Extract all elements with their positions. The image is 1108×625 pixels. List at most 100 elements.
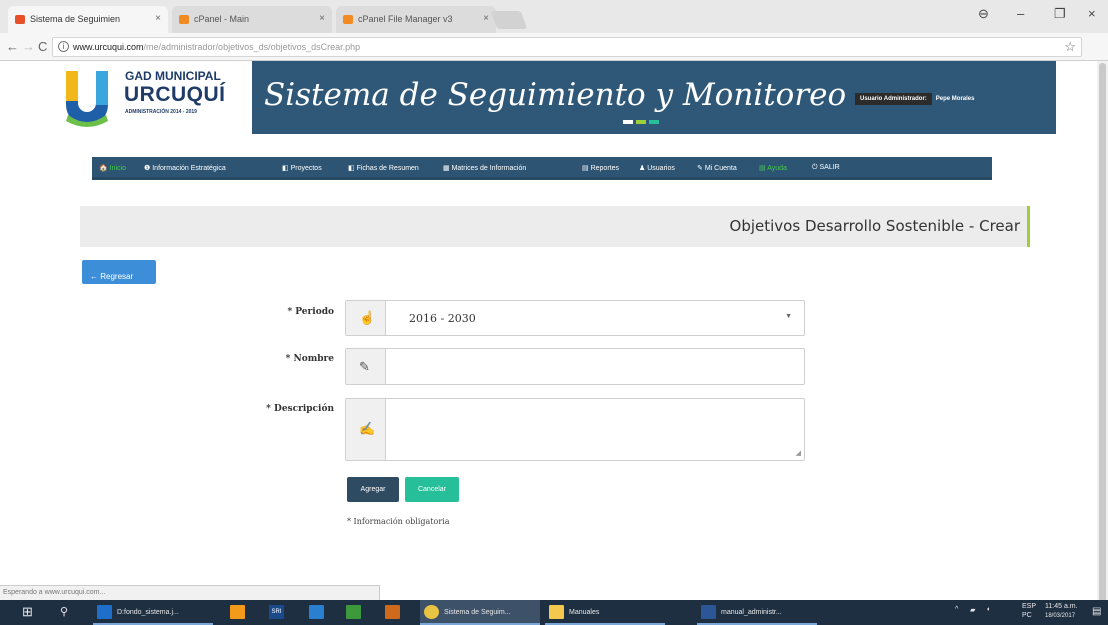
dreamweaver-icon[interactable] xyxy=(346,605,361,619)
browser-toolbar: ← → C i www.urcuqui.com/me/administrador… xyxy=(0,33,1108,61)
minimize-button[interactable]: – xyxy=(1017,6,1024,21)
taskbar-item-fondo[interactable]: D:fondo_sistema.j... xyxy=(93,600,213,625)
municipal-logo[interactable]: GAD MUNICIPAL URCUQUÍ ADMINISTRACIÓN 201… xyxy=(44,61,252,134)
nav-inicio[interactable]: 🏠 Inicio xyxy=(99,164,126,172)
language-indicator[interactable]: ESP PC xyxy=(1022,602,1036,620)
account-icon[interactable]: ⊖ xyxy=(978,6,989,22)
notifications-icon[interactable]: ▤ xyxy=(1092,606,1101,617)
cancel-button[interactable]: Cancelar xyxy=(405,477,459,502)
resize-grip-icon[interactable]: ◢ xyxy=(796,449,801,457)
description-addon: ✍ xyxy=(346,399,386,460)
dash-green xyxy=(636,120,646,124)
site-header: GAD MUNICIPAL URCUQUÍ ADMINISTRACIÓN 201… xyxy=(0,61,1108,189)
back-regresar-button[interactable]: ← Regresar xyxy=(82,260,156,284)
period-label: * Periodo xyxy=(287,307,334,317)
name-addon: ✎ xyxy=(346,349,386,384)
nav-label: Reportes xyxy=(590,165,619,172)
taskbar-item-manual-word[interactable]: manual_administr... xyxy=(697,600,817,625)
browser-tab-bar: Sistema de Seguimien × cPanel - Main × c… xyxy=(0,0,1108,33)
site-info-icon[interactable]: i xyxy=(58,41,69,52)
taskbar-label: D:fondo_sistema.j... xyxy=(117,609,179,616)
description-label: * Descripción xyxy=(266,404,334,414)
volume-icon[interactable]: ◖ xyxy=(986,606,990,613)
nav-label: Mi Cuenta xyxy=(704,165,737,172)
clock-time: 11:45 a.m. xyxy=(1045,603,1078,610)
nav-label: Usuarios xyxy=(647,165,675,172)
user-role-label: Usuario Administrador: xyxy=(855,93,932,105)
reload-button[interactable]: C xyxy=(38,39,47,54)
word-icon xyxy=(701,605,716,619)
nav-label: Ayuda xyxy=(767,165,787,172)
taskbar-label: Manuales xyxy=(569,609,600,616)
required-note: * Información obligatoria xyxy=(347,517,450,526)
user-icon: ♟ xyxy=(639,165,646,172)
illustrator-icon[interactable] xyxy=(385,605,400,619)
taskbar-item-chrome[interactable]: Sistema de Seguim... xyxy=(420,600,540,625)
page-title-bar: Objetivos Desarrollo Sostenible - Crear xyxy=(80,206,1030,247)
browser-tab-cpanel-main[interactable]: cPanel - Main × xyxy=(172,6,332,33)
tab-close-icon[interactable]: × xyxy=(155,13,161,24)
new-tab-button[interactable] xyxy=(490,11,528,29)
nav-informacion-estrategica[interactable]: ❶ Información Estratégica xyxy=(144,164,226,172)
period-selected-value: 2016 - 2030 xyxy=(409,312,476,325)
maximize-button[interactable]: ❐ xyxy=(1054,6,1066,22)
nav-mi-cuenta[interactable]: ✎ Mi Cuenta xyxy=(697,164,737,172)
logo-line-2: URCUQUÍ xyxy=(124,83,226,106)
lang-bottom: PC xyxy=(1022,612,1032,619)
clock-date: 18/03/2017 xyxy=(1045,613,1076,619)
nav-label: Fichas de Resumen xyxy=(356,165,419,172)
page-scrollbar[interactable] xyxy=(1097,61,1108,603)
app-icon-blue[interactable] xyxy=(309,605,324,619)
address-host: www.urcuqui.com xyxy=(73,42,144,52)
nav-matrices-de-informacion[interactable]: ▦ Matrices de Información xyxy=(443,164,526,172)
tab-close-icon[interactable]: × xyxy=(319,13,325,24)
period-addon: ☝ xyxy=(346,301,386,335)
name-field[interactable]: ✎ xyxy=(345,348,805,385)
forward-button[interactable]: → xyxy=(22,39,35,54)
clock[interactable]: 11:45 a.m. 18/03/2017 xyxy=(1045,602,1078,621)
browser-tab-cpanel-file-manager[interactable]: cPanel File Manager v3 × xyxy=(336,6,496,33)
edit-icon: ✍ xyxy=(359,421,376,436)
period-select[interactable]: ☝ 2016 - 2030 ▼ xyxy=(345,300,805,336)
nav-label: Proyectos xyxy=(290,165,322,172)
thumbs-up-icon: ☝ xyxy=(359,310,376,325)
user-info: Usuario Administrador: Pepe Morales xyxy=(855,93,978,105)
lang-top: ESP xyxy=(1022,603,1037,610)
nav-reportes[interactable]: ▤ Reportes xyxy=(582,164,619,172)
nav-ayuda[interactable]: ▤ Ayuda xyxy=(759,164,787,172)
description-textarea[interactable]: ✍ ◢ xyxy=(345,398,805,461)
nav-fichas-de-resumen[interactable]: ◧ Fichas de Resumen xyxy=(348,164,419,172)
nav-proyectos[interactable]: ◧ Proyectos xyxy=(282,164,322,172)
nav-label: Matrices de Información xyxy=(451,165,527,172)
back-button[interactable]: ← xyxy=(6,39,19,54)
windows-start-icon[interactable]: ⊞ xyxy=(22,604,33,620)
folder-icon xyxy=(549,605,564,619)
nav-label: SALIR xyxy=(819,164,840,171)
name-label: * Nombre xyxy=(285,354,334,364)
cpanel-favicon-icon xyxy=(179,15,189,24)
sri-app-icon[interactable]: SRI xyxy=(269,605,284,619)
nav-salir[interactable]: ⏻ SALIR xyxy=(812,164,840,172)
taskbar-item-manuales[interactable]: Manuales xyxy=(545,600,665,625)
address-path: /me/administrador/objetivos_ds/objetivos… xyxy=(143,42,361,52)
browser-tab-sistema[interactable]: Sistema de Seguimien × xyxy=(8,6,168,33)
save-button[interactable]: Agregar xyxy=(347,477,399,502)
close-window-button[interactable]: × xyxy=(1088,6,1096,21)
bookmark-star-icon[interactable]: ☆ xyxy=(1064,39,1076,55)
address-bar[interactable]: i www.urcuqui.com/me/administrador/objet… xyxy=(52,37,1082,57)
dash-teal xyxy=(649,120,659,124)
app-icon-orange[interactable] xyxy=(230,605,245,619)
site-favicon-icon xyxy=(15,15,25,24)
photoshop-icon xyxy=(97,605,112,619)
windows-taskbar: ⊞ ⚲ D:fondo_sistema.j... SRI Sistema de … xyxy=(0,600,1108,625)
search-icon[interactable]: ⚲ xyxy=(60,605,68,618)
tray-arrows-icon[interactable]: ^ xyxy=(955,606,958,613)
pencil-icon: ✎ xyxy=(697,165,703,172)
chevron-down-icon: ▼ xyxy=(785,313,792,320)
tab-close-icon[interactable]: × xyxy=(483,13,489,24)
scroll-thumb[interactable] xyxy=(1099,63,1106,603)
network-icon[interactable]: ▰ xyxy=(970,606,975,614)
nav-label: Información Estratégica xyxy=(152,165,226,172)
taskbar-label: Sistema de Seguim... xyxy=(444,609,511,616)
nav-usuarios[interactable]: ♟ Usuarios xyxy=(639,164,675,172)
